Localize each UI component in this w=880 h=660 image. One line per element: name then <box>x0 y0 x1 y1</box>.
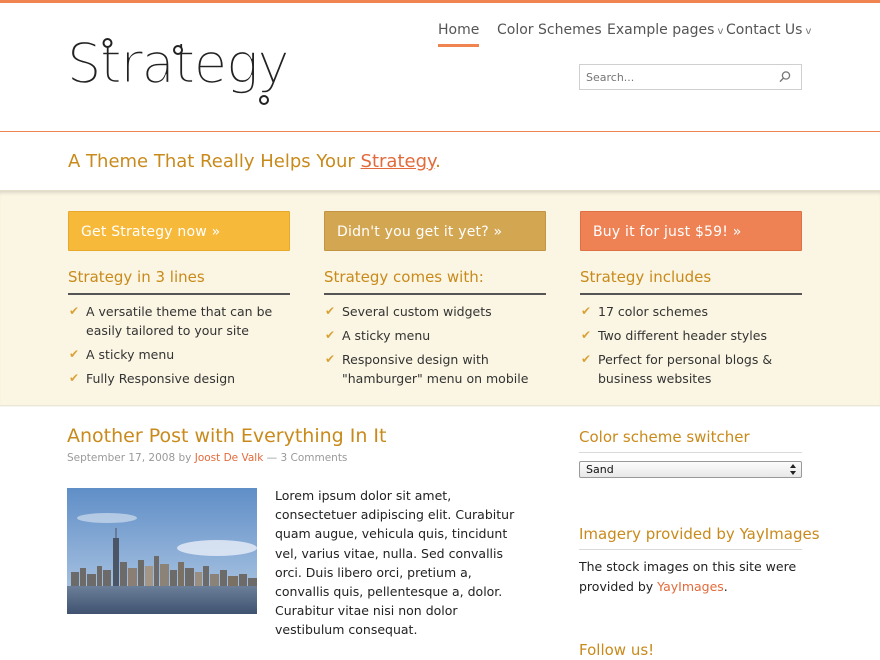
post-meta-separator: — <box>266 452 278 464</box>
get-it-button[interactable]: Didn't you get it yet? » <box>324 211 546 251</box>
list-item-text: 17 color schemes <box>598 304 709 319</box>
check-icon: ✔ <box>325 304 336 318</box>
nav-home-label: Home <box>438 22 480 38</box>
tagline-text: A Theme That Really Helps Your <box>68 151 361 172</box>
list-item: ✔ 17 color schemes <box>580 302 802 321</box>
post-meta: September 17, 2008 by Joost De Valk — 3 … <box>67 452 347 464</box>
nav-color-schemes-label: Color Schemes <box>497 22 602 38</box>
imagery-text: The stock images on this site were provi… <box>579 557 801 597</box>
feature-list-2: ✔ Several custom widgets ✔ A sticky menu ✔… <box>324 302 546 388</box>
nav-example-pages-label: Example pages <box>607 22 715 38</box>
imagery-text-end: . <box>723 579 728 594</box>
tagline-period: . <box>435 151 441 172</box>
feature-list-1: ✔ A versatile theme that can be easily ta… <box>68 302 290 388</box>
nav-example-pages[interactable]: Example pages v <box>607 21 723 45</box>
list-item: ✔ Fully Responsive design <box>68 369 290 388</box>
get-strategy-button[interactable]: Get Strategy now » <box>68 211 290 251</box>
list-item-text: Fully Responsive design <box>86 371 236 386</box>
list-item-text: A sticky menu <box>86 347 175 362</box>
features-band: Get Strategy now » Strategy in 3 lines ✔… <box>0 190 880 407</box>
follow-us-title: Follow us! <box>579 641 655 659</box>
check-icon: ✔ <box>69 347 80 361</box>
post-comments-link[interactable]: 3 Comments <box>280 452 347 464</box>
yayimages-link[interactable]: YayImages <box>657 579 724 594</box>
list-item: ✔ A versatile theme that can be easily ta… <box>68 302 290 340</box>
list-item-text: Perfect for personal blogs & business we… <box>598 352 773 386</box>
widget-divider <box>579 549 802 550</box>
post-date[interactable]: September 17, 2008 <box>67 452 175 464</box>
nav-color-schemes[interactable]: Color Schemes <box>497 21 602 45</box>
feature-column-3: Buy it for just $59! » Strategy includes… <box>580 211 802 393</box>
list-item-text: Responsive design with "hamburger" menu … <box>342 352 529 386</box>
color-scheme-selected: Sand <box>586 463 614 476</box>
chevron-down-icon: v <box>717 26 724 37</box>
feature-heading-3: Strategy includes <box>580 268 802 295</box>
color-scheme-select[interactable]: Sand <box>579 461 802 478</box>
post-author-link[interactable]: Joost De Valk <box>195 452 264 464</box>
tagline-strategy-link[interactable]: Strategy <box>361 151 436 172</box>
check-icon: ✔ <box>581 352 592 366</box>
nav-home[interactable]: Home <box>438 21 480 47</box>
nav-contact-us-label: Contact Us <box>726 22 803 38</box>
top-accent-bar <box>0 0 880 3</box>
site-tagline: A Theme That Really Helps Your Strategy. <box>68 151 441 172</box>
header-divider <box>0 131 880 132</box>
list-item: ✔ A sticky menu <box>68 345 290 364</box>
check-icon: ✔ <box>325 328 336 342</box>
list-item: ✔ A sticky menu <box>324 326 546 345</box>
search-icon[interactable] <box>778 70 792 84</box>
check-icon: ✔ <box>581 304 592 318</box>
color-switcher-title: Color scheme switcher <box>579 428 750 446</box>
logo-node-3 <box>259 95 269 105</box>
buy-button[interactable]: Buy it for just $59! » <box>580 211 802 251</box>
list-item-text: Two different header styles <box>598 328 767 343</box>
imagery-title: Imagery provided by YayImages <box>579 525 820 543</box>
check-icon: ✔ <box>69 304 80 318</box>
feature-heading-2: Strategy comes with: <box>324 268 546 295</box>
search-input[interactable] <box>580 65 770 89</box>
select-arrows-icon <box>790 464 796 475</box>
feature-column-1: Get Strategy now » Strategy in 3 lines ✔… <box>68 211 290 393</box>
search-box <box>579 64 802 90</box>
list-item-text: A versatile theme that can be easily tai… <box>86 304 273 338</box>
list-item-text: Several custom widgets <box>342 304 492 319</box>
list-item: ✔ Two different header styles <box>580 326 802 345</box>
list-item: ✔ Several custom widgets <box>324 302 546 321</box>
nav-contact-us[interactable]: Contact Us v <box>726 21 811 45</box>
post-thumbnail-image[interactable] <box>67 488 257 614</box>
list-item: ✔ Responsive design with "hamburger" menu… <box>324 350 546 388</box>
list-item-text: A sticky menu <box>342 328 431 343</box>
post-by: by <box>178 452 192 464</box>
chevron-down-icon: v <box>805 26 812 37</box>
list-item: ✔ Perfect for personal blogs & business w… <box>580 350 802 388</box>
main-nav: Home Color Schemes Example pages v Contac… <box>0 21 880 51</box>
check-icon: ✔ <box>69 371 80 385</box>
widget-divider <box>579 452 802 453</box>
check-icon: ✔ <box>325 352 336 366</box>
post-title[interactable]: Another Post with Everything In It <box>67 425 386 447</box>
feature-list-3: ✔ 17 color schemes ✔ Two different header … <box>580 302 802 388</box>
feature-column-2: Didn't you get it yet? » Strategy comes … <box>324 211 546 393</box>
feature-heading-1: Strategy in 3 lines <box>68 268 290 295</box>
post-excerpt: Lorem ipsum dolor sit amet, consectetuer… <box>275 488 515 638</box>
check-icon: ✔ <box>581 328 592 342</box>
